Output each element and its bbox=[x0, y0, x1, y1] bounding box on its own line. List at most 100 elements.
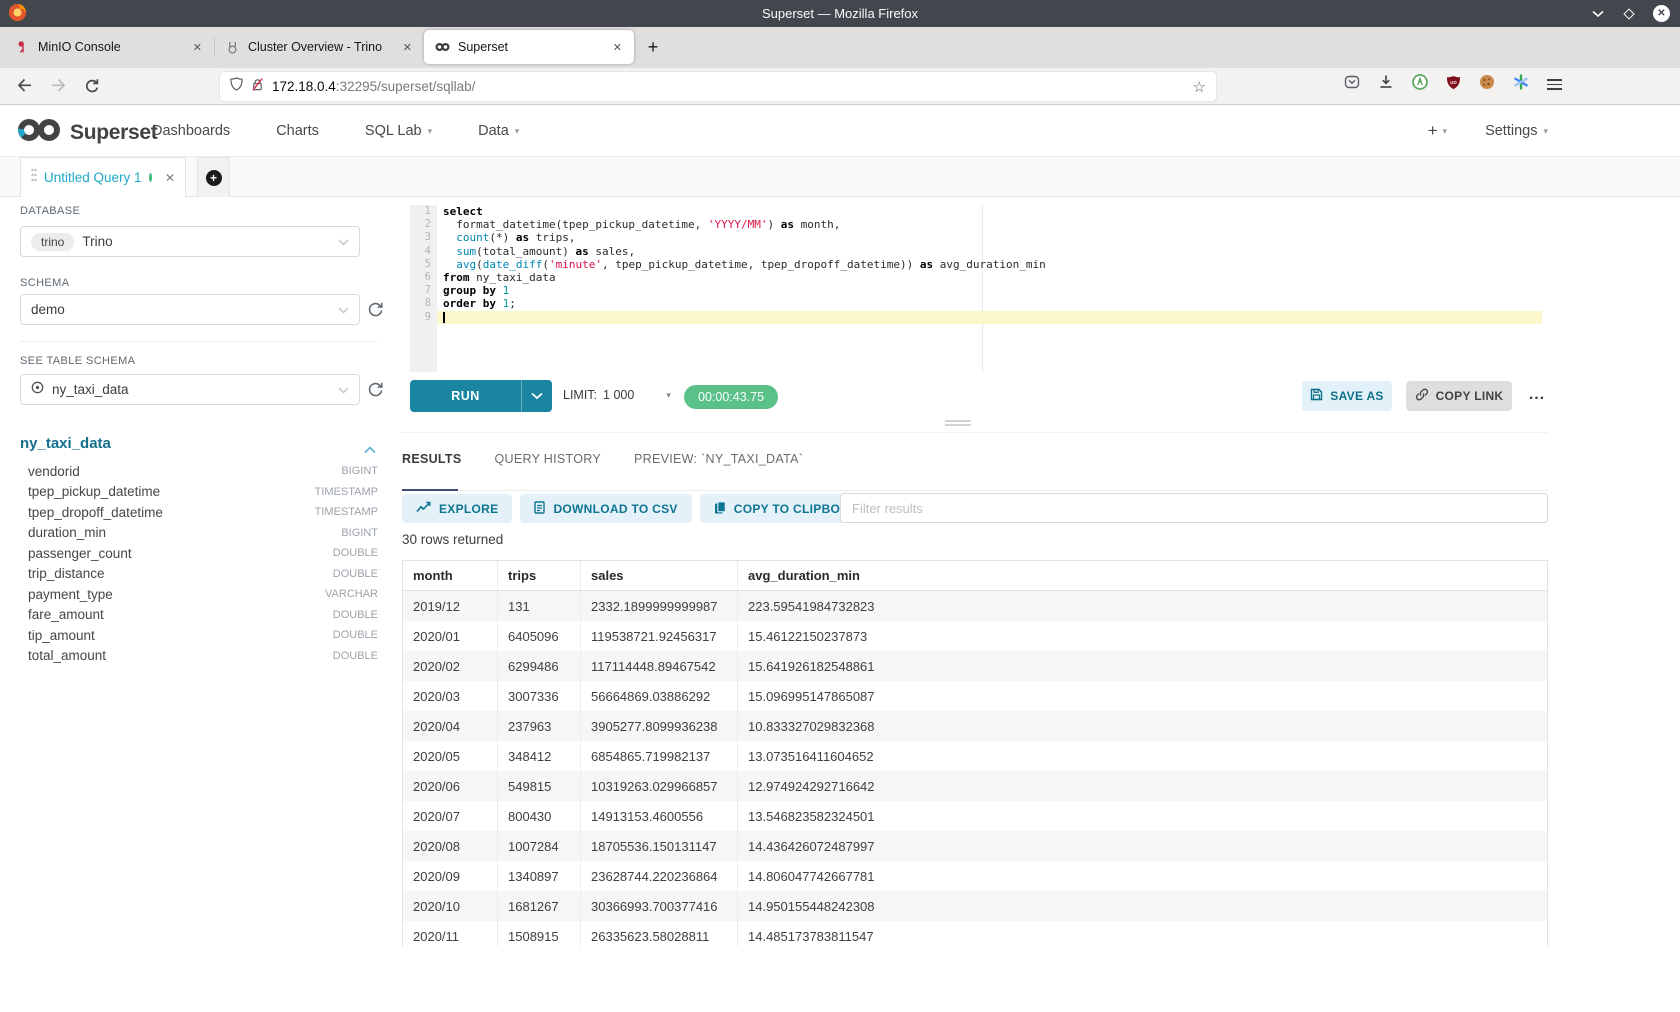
refresh-schema-icon[interactable] bbox=[367, 300, 385, 318]
sql-token: , tpep_pickup_datetime, tpep_dropoff_dat… bbox=[602, 258, 920, 271]
insecure-lock-icon[interactable] bbox=[251, 78, 264, 96]
pocket-icon[interactable] bbox=[1344, 74, 1360, 95]
limit-dropdown[interactable]: LIMIT: 1 000 ▾ bbox=[563, 388, 671, 402]
table-row[interactable]: 2020/016405096119538721.9245631715.46122… bbox=[403, 621, 1547, 651]
sql-line-2[interactable]: format_datetime(tpep_pickup_datetime, 'Y… bbox=[437, 218, 1548, 231]
browser-tab-trino[interactable]: Cluster Overview - Trino✕ bbox=[214, 30, 424, 64]
explore-button[interactable]: EXPLORE bbox=[402, 494, 512, 523]
results-tab-results[interactable]: RESULTS bbox=[402, 452, 462, 466]
nav-item-dashboards[interactable]: Dashboards bbox=[152, 123, 230, 139]
collapse-table-chevron-icon[interactable] bbox=[364, 441, 376, 459]
add-menu-button[interactable]: +▾ bbox=[1428, 121, 1447, 141]
download-to-csv-button[interactable]: DOWNLOAD TO CSV bbox=[520, 494, 691, 523]
query-tab-untitled-query-1[interactable]: Untitled Query 1 ✕ bbox=[20, 157, 186, 197]
table-row[interactable]: 2020/053484126854865.71998213713.0735164… bbox=[403, 741, 1547, 771]
window-maximize-icon[interactable] bbox=[1622, 7, 1636, 21]
database-value: Trino bbox=[82, 234, 112, 249]
table-row[interactable]: 2020/09134089723628744.22023686414.80604… bbox=[403, 861, 1547, 891]
window-close-icon[interactable]: ✕ bbox=[1653, 5, 1670, 22]
table-row[interactable]: 2020/026299486117114448.8946754215.64192… bbox=[403, 651, 1547, 681]
table-row[interactable]: 2020/042379633905277.809993623810.833327… bbox=[403, 711, 1547, 741]
table-row[interactable]: 2020/10168126730366993.70037741614.95015… bbox=[403, 891, 1547, 921]
superset-brand[interactable]: Superset bbox=[16, 115, 157, 150]
menu-hamburger-icon[interactable] bbox=[1547, 79, 1562, 90]
sql-line-4[interactable]: sum(total_amount) as sales, bbox=[437, 245, 1548, 258]
database-select[interactable]: trino Trino bbox=[20, 226, 360, 257]
sql-token: month, bbox=[794, 218, 840, 231]
sql-token bbox=[443, 231, 456, 244]
tab-close-icon[interactable]: ✕ bbox=[401, 41, 414, 54]
browser-tab-minio[interactable]: MinIO Console✕ bbox=[4, 30, 214, 64]
sql-line-3[interactable]: count(*) as trips, bbox=[437, 231, 1548, 244]
chevron-down-icon: ▾ bbox=[1443, 126, 1448, 137]
copy-link-button[interactable]: COPY LINK bbox=[1406, 381, 1512, 411]
editor-code[interactable]: select format_datetime(tpep_pickup_datet… bbox=[437, 205, 1548, 324]
downloads-icon[interactable] bbox=[1378, 74, 1394, 95]
column-header-sales[interactable]: sales bbox=[581, 561, 738, 590]
chevron-down-icon: ▾ bbox=[428, 126, 433, 137]
ublock-shield-icon[interactable]: UO bbox=[1446, 75, 1461, 95]
drag-handle-icon[interactable] bbox=[31, 168, 37, 187]
url-field[interactable]: 172.18.0.4:32295/superset/sqllab/ ☆ bbox=[220, 72, 1216, 101]
table-row[interactable]: 2019/121312332.1899999999987223.59541984… bbox=[403, 591, 1547, 621]
sql-line-6[interactable]: from ny_taxi_data bbox=[437, 271, 1548, 284]
sql-token: as bbox=[920, 258, 933, 271]
results-tab-query-history[interactable]: QUERY HISTORY bbox=[495, 452, 601, 466]
table-cell: 2020/01 bbox=[403, 621, 498, 651]
table-name-heading[interactable]: ny_taxi_data bbox=[20, 435, 111, 452]
table-row[interactable]: 2020/11150891526335623.5802881114.485173… bbox=[403, 921, 1547, 946]
save-as-button[interactable]: SAVE AS bbox=[1302, 381, 1392, 411]
sql-line-9[interactable] bbox=[437, 311, 1542, 324]
extension-asterisk-icon[interactable] bbox=[1513, 74, 1529, 95]
nav-item-charts[interactable]: Charts bbox=[276, 123, 319, 139]
sql-line-7[interactable]: group by 1 bbox=[437, 284, 1548, 297]
filter-results-input[interactable] bbox=[840, 493, 1548, 523]
table-row[interactable]: 2020/03300733656664869.0388629215.096995… bbox=[403, 681, 1547, 711]
sql-line-8[interactable]: order by 1; bbox=[437, 297, 1548, 310]
run-button[interactable]: RUN bbox=[410, 380, 552, 412]
forward-icon[interactable] bbox=[51, 78, 67, 98]
table-select[interactable]: ny_taxi_data bbox=[20, 374, 360, 405]
nav-item-sql-lab[interactable]: SQL Lab▾ bbox=[365, 123, 432, 139]
nav-item-data[interactable]: Data▾ bbox=[478, 123, 519, 139]
add-query-tab-button[interactable]: + bbox=[197, 157, 230, 197]
tab-close-icon[interactable]: ✕ bbox=[611, 41, 624, 54]
new-tab-button[interactable]: + bbox=[640, 34, 666, 60]
reload-icon[interactable] bbox=[84, 78, 99, 98]
more-options-button[interactable]: ... bbox=[1522, 380, 1552, 410]
results-tab-preview-ny-taxi-data[interactable]: PREVIEW: `NY_TAXI_DATA` bbox=[634, 452, 803, 466]
table-column-row: passenger_countDOUBLE bbox=[28, 543, 378, 564]
column-header-month[interactable]: month bbox=[403, 561, 498, 590]
tracking-shield-icon[interactable] bbox=[230, 77, 243, 96]
run-button-label[interactable]: RUN bbox=[410, 380, 521, 412]
close-icon[interactable]: ✕ bbox=[165, 171, 175, 185]
sql-line-5[interactable]: avg(date_diff('minute', tpep_pickup_date… bbox=[437, 258, 1548, 271]
column-header-trips[interactable]: trips bbox=[498, 561, 581, 590]
extension-green-icon[interactable] bbox=[1412, 74, 1428, 95]
column-type: DOUBLE bbox=[333, 568, 378, 580]
sql-token: ( bbox=[542, 258, 549, 271]
sql-editor[interactable]: 123456789 select format_datetime(tpep_pi… bbox=[410, 205, 1548, 372]
cookie-icon[interactable] bbox=[1479, 74, 1495, 95]
table-row[interactable]: 2020/0654981510319263.02996685712.974924… bbox=[403, 771, 1547, 801]
table-column-row: duration_minBIGINT bbox=[28, 523, 378, 544]
column-name: duration_min bbox=[28, 525, 106, 540]
table-cell: 348412 bbox=[498, 741, 581, 771]
bookmark-star-icon[interactable]: ☆ bbox=[1193, 78, 1206, 96]
url-text[interactable]: 172.18.0.4:32295/superset/sqllab/ bbox=[272, 79, 1185, 94]
refresh-table-icon[interactable] bbox=[367, 380, 385, 398]
browser-tab-superset[interactable]: Superset✕ bbox=[424, 30, 634, 64]
table-row[interactable]: 2020/08100728418705536.15013114714.43642… bbox=[403, 831, 1547, 861]
gutter-line-number: 1 bbox=[410, 205, 437, 218]
tab-close-icon[interactable]: ✕ bbox=[191, 41, 204, 54]
schema-select[interactable]: demo bbox=[20, 294, 360, 325]
sql-line-1[interactable]: select bbox=[437, 205, 1548, 218]
back-icon[interactable] bbox=[16, 78, 32, 98]
settings-menu-button[interactable]: Settings▾ bbox=[1485, 123, 1548, 139]
pane-resize-handle[interactable] bbox=[945, 420, 971, 428]
column-header-avg_duration_min[interactable]: avg_duration_min bbox=[738, 561, 1547, 590]
results-table[interactable]: monthtripssalesavg_duration_min2019/1213… bbox=[402, 560, 1548, 946]
run-dropdown-chevron-icon[interactable] bbox=[521, 380, 552, 412]
window-minimize-icon[interactable] bbox=[1591, 7, 1605, 21]
table-row[interactable]: 2020/0780043014913153.460055613.54682358… bbox=[403, 801, 1547, 831]
